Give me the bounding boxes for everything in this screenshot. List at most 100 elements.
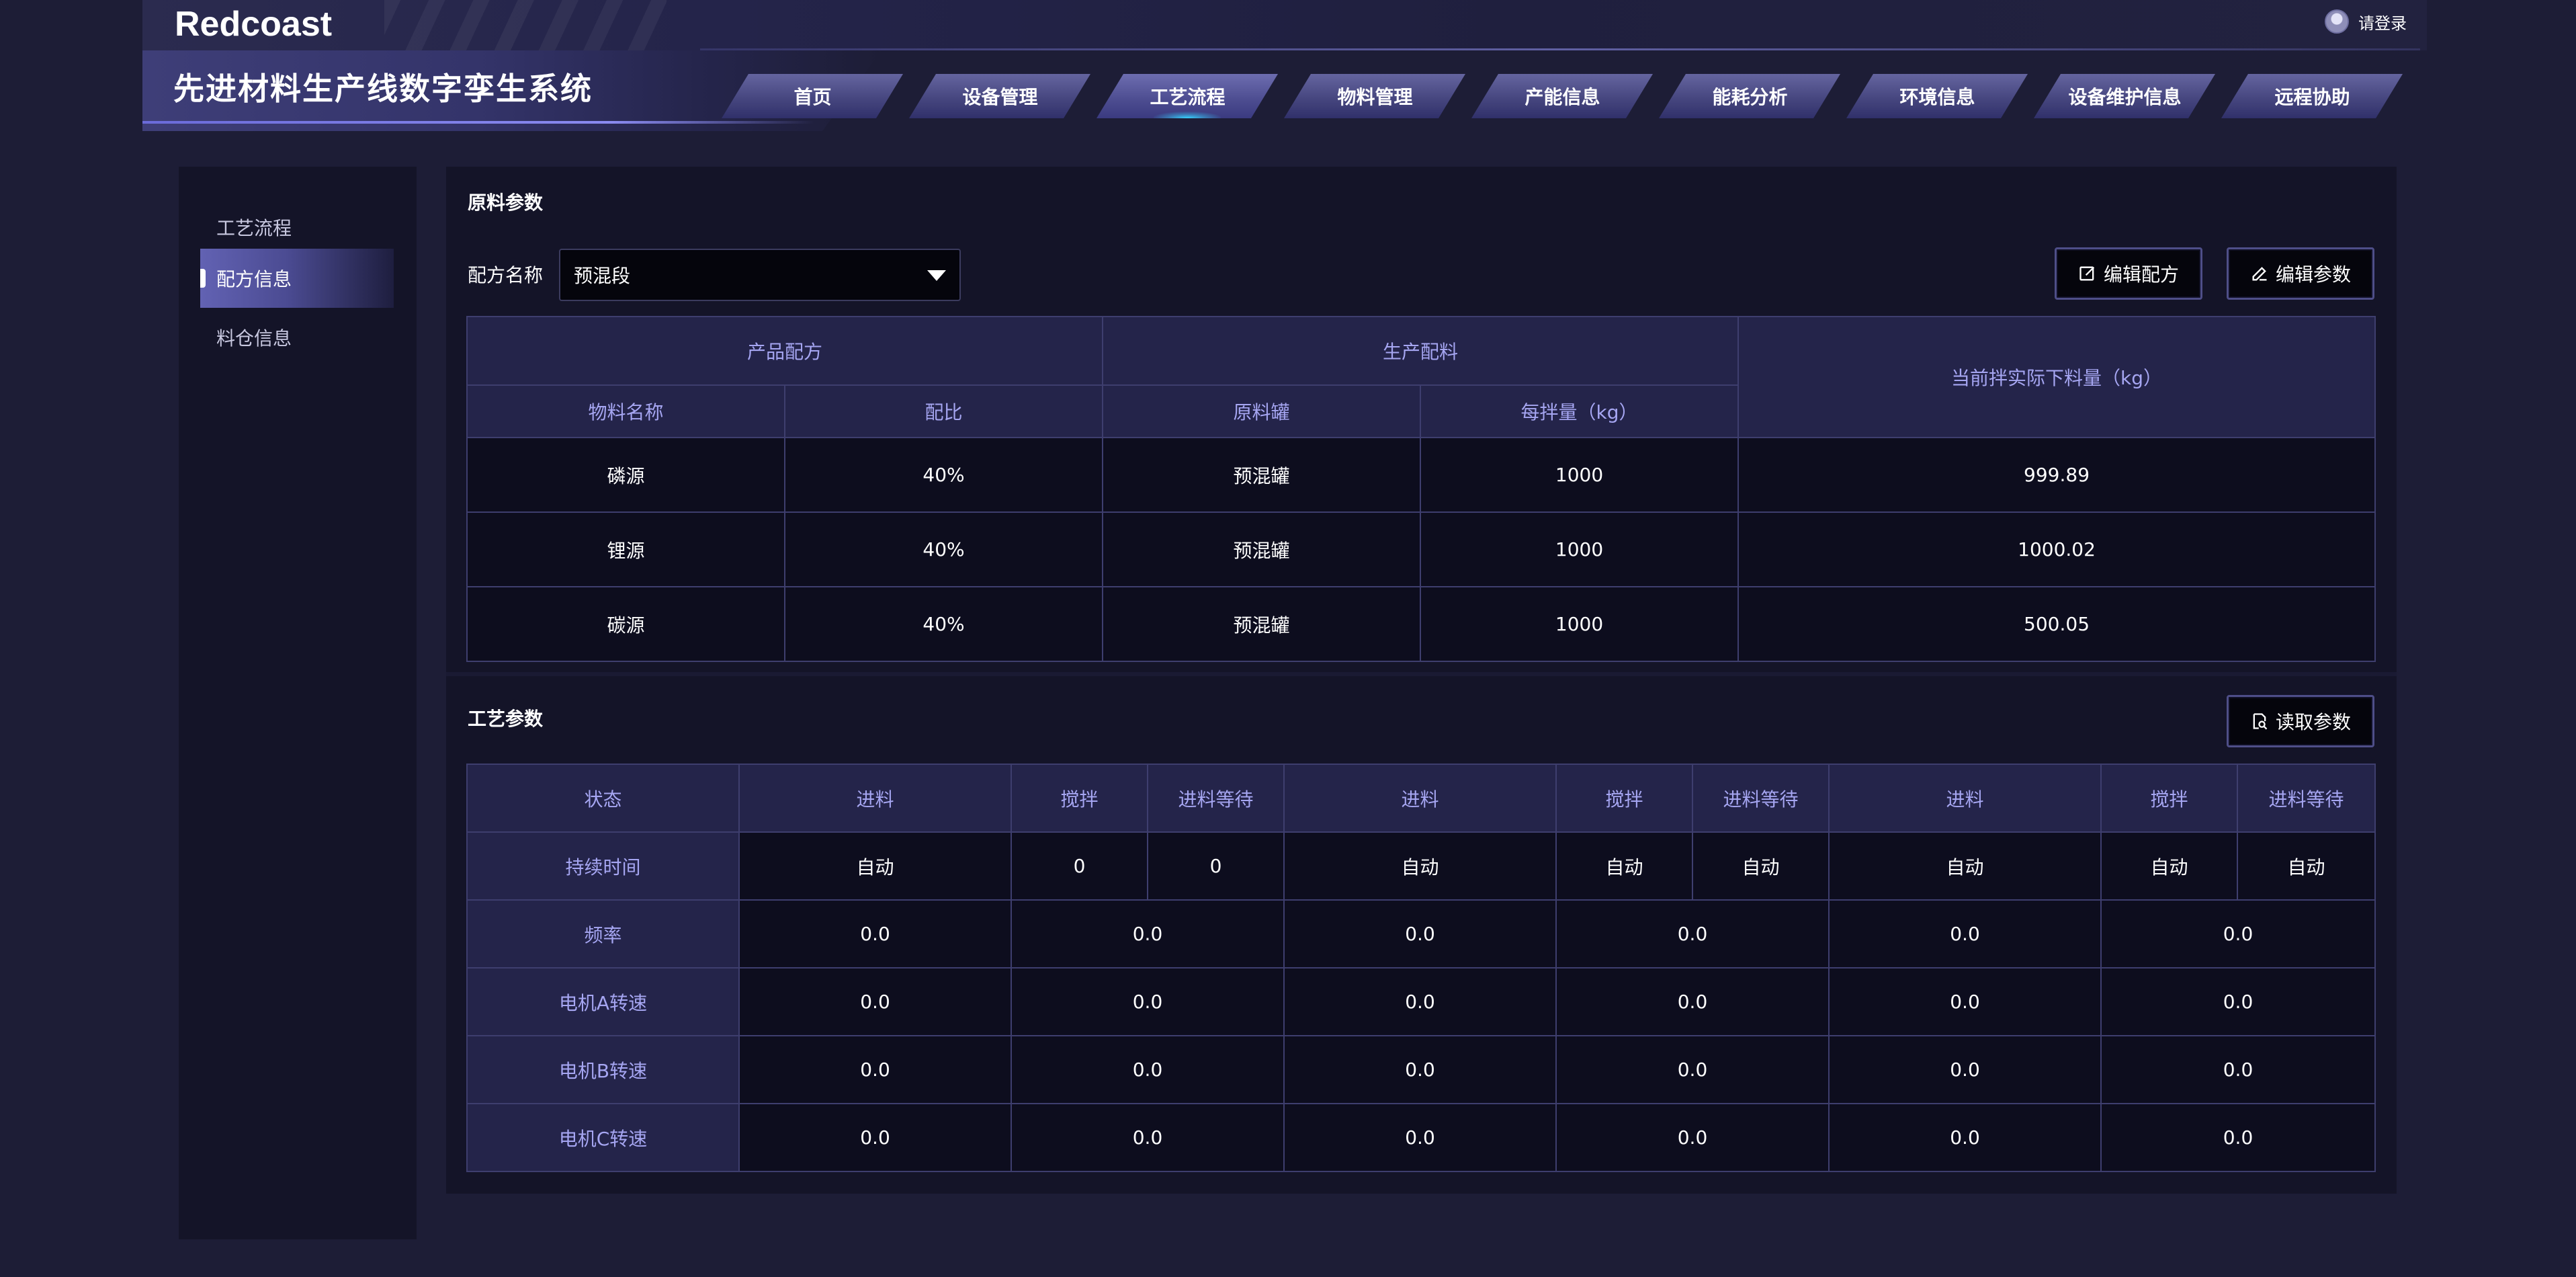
row-label-frequency: 频率 xyxy=(466,899,740,969)
cell-actual: 1000.02 xyxy=(1737,511,2376,587)
read-params-button[interactable]: 读取参数 xyxy=(2227,695,2374,747)
duration-cell: 0 xyxy=(1011,831,1148,901)
cell-per-batch: 1000 xyxy=(1420,511,1740,587)
col-header-per-batch: 每拌量（kg） xyxy=(1420,384,1740,438)
sidebar-item-label: 工艺流程 xyxy=(216,217,292,239)
avatar-icon xyxy=(2325,9,2349,34)
pencil-icon xyxy=(2252,267,2267,281)
app-header: Redcoast 先进材料生产线数字孪生系统 请登录 首页 设备管理 工艺流程 … xyxy=(142,0,2427,134)
cell-ratio: 40% xyxy=(783,511,1104,587)
title-underline xyxy=(142,121,814,124)
main-panel: 原料参数 配方名称 预混段 编辑配方 编辑参数 产品配方 生产配料 当前拌实际下… xyxy=(446,167,2397,1194)
tab-energy[interactable]: 能耗分析 xyxy=(1659,74,1846,118)
tab-home[interactable]: 首页 xyxy=(722,74,909,118)
edit-recipe-label: 编辑配方 xyxy=(2103,263,2179,286)
row-label-motor-b: 电机B转速 xyxy=(466,1035,740,1104)
cell-material: 磷源 xyxy=(466,437,785,513)
value-cell: 0.0 xyxy=(2100,1103,2376,1172)
recipe-name-label: 配方名称 xyxy=(468,264,544,286)
value-cell: 0.0 xyxy=(738,899,1012,969)
status-cell: 进料 xyxy=(1828,764,2102,833)
value-cell: 0.0 xyxy=(2100,1035,2376,1104)
sidebar-item-recipe-info[interactable]: 配方信息 xyxy=(200,249,394,308)
duration-cell: 0 xyxy=(1147,831,1285,901)
value-cell: 0.0 xyxy=(2100,899,2376,969)
value-cell: 0.0 xyxy=(1011,1035,1285,1104)
sidebar: 工艺流程 配方信息 料仓信息 xyxy=(179,167,417,1239)
value-cell: 0.0 xyxy=(1011,967,1285,1036)
value-cell: 0.0 xyxy=(1828,899,2102,969)
tab-equipment[interactable]: 设备管理 xyxy=(909,74,1097,118)
status-cell: 进料等待 xyxy=(1147,764,1285,833)
tab-environment[interactable]: 环境信息 xyxy=(1846,74,2034,118)
value-cell: 0.0 xyxy=(1011,1103,1285,1172)
brand-decoration xyxy=(384,0,667,50)
edit-params-button[interactable]: 编辑参数 xyxy=(2227,247,2374,300)
tab-process[interactable]: 工艺流程 xyxy=(1097,74,1284,118)
value-cell: 0.0 xyxy=(738,967,1012,1036)
duration-cell: 自动 xyxy=(2237,831,2376,901)
cell-tank: 预混罐 xyxy=(1102,511,1422,587)
nav-topline xyxy=(700,48,2420,50)
value-cell: 0.0 xyxy=(1828,967,2102,1036)
cell-tank: 预混罐 xyxy=(1102,586,1422,662)
section-divider xyxy=(446,672,2397,676)
duration-cell: 自动 xyxy=(1283,831,1557,901)
tab-maintenance[interactable]: 设备维护信息 xyxy=(2034,74,2221,118)
login-link[interactable]: 请登录 xyxy=(2358,10,2407,34)
duration-cell: 自动 xyxy=(738,831,1012,901)
group-header-production-batching: 生产配料 xyxy=(1102,316,1740,386)
value-cell: 0.0 xyxy=(2100,967,2376,1036)
table-row: 碳源 40% 预混罐 1000 500.05 xyxy=(466,586,2376,662)
tab-remote-assist[interactable]: 远程协助 xyxy=(2221,74,2409,118)
value-cell: 0.0 xyxy=(1011,899,1285,969)
group-header-product-recipe: 产品配方 xyxy=(466,316,1104,386)
table-row: 持续时间 自动 0 0 自动 自动 自动 自动 自动 自动 xyxy=(466,831,2376,901)
status-cell: 进料等待 xyxy=(1692,764,1830,833)
duration-cell: 自动 xyxy=(2100,831,2238,901)
value-cell: 0.0 xyxy=(1555,967,1830,1036)
recipe-select[interactable]: 预混段 xyxy=(559,249,961,301)
value-cell: 0.0 xyxy=(1283,899,1557,969)
cell-material: 碳源 xyxy=(466,586,785,662)
read-params-label: 读取参数 xyxy=(2275,711,2351,733)
cell-tank: 预混罐 xyxy=(1102,437,1422,513)
edit-recipe-button[interactable]: 编辑配方 xyxy=(2055,247,2202,300)
cell-ratio: 40% xyxy=(783,586,1104,662)
duration-cell: 自动 xyxy=(1828,831,2102,901)
document-search-icon xyxy=(2253,713,2268,730)
status-cell: 进料等待 xyxy=(2237,764,2376,833)
col-header-tank: 原料罐 xyxy=(1102,384,1422,438)
sidebar-item-process-flow[interactable]: 工艺流程 xyxy=(200,198,394,257)
table-row: 锂源 40% 预混罐 1000 1000.02 xyxy=(466,511,2376,587)
tab-materials[interactable]: 物料管理 xyxy=(1284,74,1471,118)
process-params-title: 工艺参数 xyxy=(468,708,544,730)
sidebar-item-label: 配方信息 xyxy=(216,268,292,290)
logo: Redcoast xyxy=(175,5,333,44)
cell-actual: 999.89 xyxy=(1737,437,2376,513)
raw-material-table: 产品配方 生产配料 当前拌实际下料量（kg） 物料名称 配比 原料罐 每拌量（k… xyxy=(466,316,2376,662)
tab-capacity[interactable]: 产能信息 xyxy=(1471,74,1659,118)
value-cell: 0.0 xyxy=(1555,1035,1830,1104)
system-title: 先进材料生产线数字孪生系统 xyxy=(173,71,593,107)
value-cell: 0.0 xyxy=(738,1103,1012,1172)
cell-ratio: 40% xyxy=(783,437,1104,513)
table-row: 磷源 40% 预混罐 1000 999.89 xyxy=(466,437,2376,513)
row-label-motor-c: 电机C转速 xyxy=(466,1103,740,1172)
cell-per-batch: 1000 xyxy=(1420,437,1740,513)
user-login[interactable]: 请登录 xyxy=(2325,8,2407,35)
status-cell: 搅拌 xyxy=(2100,764,2238,833)
table-row: 电机C转速 0.0 0.0 0.0 0.0 0.0 0.0 xyxy=(466,1103,2376,1172)
value-cell: 0.0 xyxy=(1283,1035,1557,1104)
row-label-status: 状态 xyxy=(466,764,740,833)
status-cell: 进料 xyxy=(1283,764,1557,833)
value-cell: 0.0 xyxy=(1283,1103,1557,1172)
cell-actual: 500.05 xyxy=(1737,586,2376,662)
table-row: 状态 进料 搅拌 进料等待 进料 搅拌 进料等待 进料 搅拌 进料等待 xyxy=(466,764,2376,833)
value-cell: 0.0 xyxy=(1555,1103,1830,1172)
process-params-table: 状态 进料 搅拌 进料等待 进料 搅拌 进料等待 进料 搅拌 进料等待 持续时间… xyxy=(466,764,2376,1172)
duration-cell: 自动 xyxy=(1555,831,1693,901)
sidebar-item-silo-info[interactable]: 料仓信息 xyxy=(200,308,394,367)
active-tab-glow xyxy=(1154,112,1221,118)
group-header-actual-feed: 当前拌实际下料量（kg） xyxy=(1737,316,2376,438)
